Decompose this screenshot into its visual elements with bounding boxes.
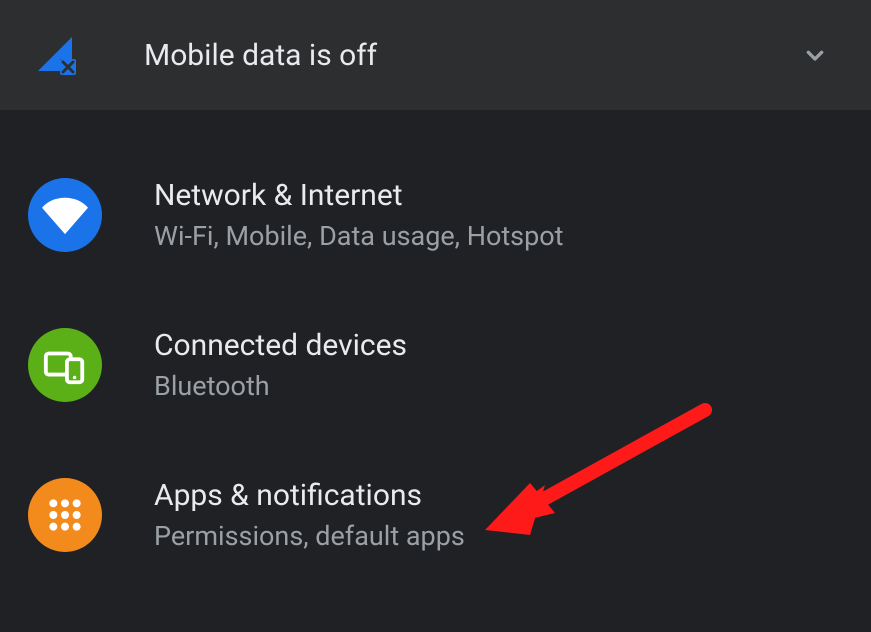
- settings-item-subtitle: Bluetooth: [154, 370, 407, 402]
- settings-item-subtitle: Wi-Fi, Mobile, Data usage, Hotspot: [154, 220, 564, 252]
- settings-item-apps[interactable]: Apps & notifications Permissions, defaul…: [0, 440, 871, 590]
- settings-list: Network & Internet Wi-Fi, Mobile, Data u…: [0, 110, 871, 590]
- settings-item-title: Apps & notifications: [154, 478, 465, 514]
- apps-icon: [28, 478, 102, 552]
- wifi-icon: [28, 178, 102, 252]
- settings-item-text: Connected devices Bluetooth: [154, 328, 407, 402]
- settings-item-text: Apps & notifications Permissions, defaul…: [154, 478, 465, 552]
- settings-item-network[interactable]: Network & Internet Wi-Fi, Mobile, Data u…: [0, 140, 871, 290]
- chevron-down-icon: [799, 39, 831, 71]
- settings-item-subtitle: Permissions, default apps: [154, 520, 465, 552]
- devices-icon: [28, 328, 102, 402]
- mobile-data-banner[interactable]: Mobile data is off: [0, 0, 871, 110]
- expand-chevron[interactable]: [795, 35, 835, 75]
- settings-item-connected-devices[interactable]: Connected devices Bluetooth: [0, 290, 871, 440]
- signal-off-icon: [28, 27, 84, 83]
- settings-item-title: Connected devices: [154, 328, 407, 364]
- banner-title: Mobile data is off: [144, 38, 377, 73]
- settings-item-title: Network & Internet: [154, 178, 564, 214]
- settings-item-text: Network & Internet Wi-Fi, Mobile, Data u…: [154, 178, 564, 252]
